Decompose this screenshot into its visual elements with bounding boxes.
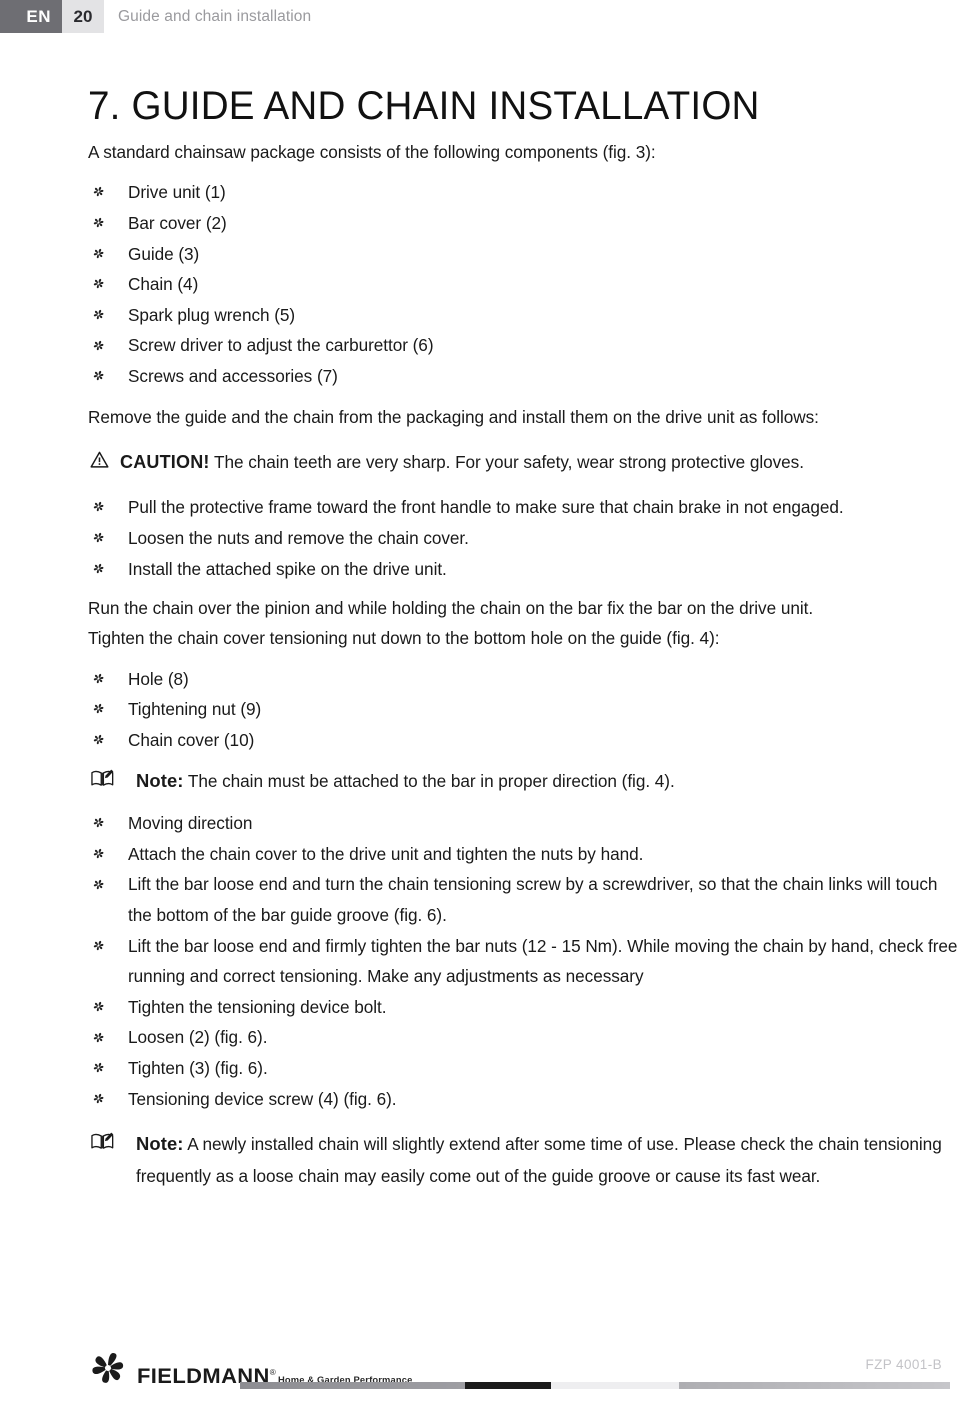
pinwheel-flower-bullet-icon — [92, 277, 105, 290]
page-title: 7. GUIDE AND CHAIN INSTALLATION — [88, 84, 760, 128]
list-item-label: Tighten the tensioning device bolt. — [128, 996, 387, 1017]
pinwheel-flower-bullet-icon — [92, 369, 105, 382]
page-footer: FIELDMANN® Home & Garden Performance FZP… — [0, 1320, 960, 1406]
list-item-label: Spark plug wrench (5) — [128, 304, 296, 325]
pinwheel-flower-bullet-icon — [92, 733, 105, 746]
footer-decorative-bar — [240, 1382, 950, 1389]
pinwheel-flower-bullet-icon — [92, 816, 105, 829]
pinwheel-flower-bullet-icon — [92, 247, 105, 260]
list-item: Attach the chain cover to the drive unit… — [88, 839, 960, 870]
list-item-label: Guide (3) — [128, 243, 200, 264]
list-item-label: Hole (8) — [128, 668, 189, 689]
remove-paragraph: Remove the guide and the chain from the … — [88, 406, 819, 427]
note-block-two: Note: A newly installed chain will sligh… — [88, 1128, 960, 1191]
tighten-nut-paragraph: Tighten the chain cover tensioning nut d… — [88, 627, 720, 648]
list-item: Tensioning device screw (4) (fig. 6). — [88, 1084, 960, 1115]
list-item: Chain cover (10) — [88, 725, 960, 756]
list-item-label: Loosen (2) (fig. 6). — [128, 1027, 268, 1048]
list-item-label: Lift the bar loose end and turn the chai… — [128, 874, 938, 926]
note-label: Note: — [136, 770, 184, 792]
header-section-title: Guide and chain installation — [104, 0, 960, 33]
bar-segment-1 — [240, 1382, 465, 1389]
model-code: FZP 4001-B — [865, 1357, 942, 1372]
list-item-label: Loosen the nuts and remove the chain cov… — [128, 527, 469, 548]
registered-trademark-icon: ® — [269, 1367, 277, 1377]
list-item: Lift the bar loose end and firmly tighte… — [88, 931, 960, 992]
list-item-label: Screw driver to adjust the carburettor (… — [128, 335, 434, 356]
pinwheel-flower-bullet-icon — [92, 939, 105, 952]
note-text: A newly installed chain will slightly ex… — [136, 1134, 942, 1187]
bar-segment-3 — [551, 1382, 679, 1389]
second-steps-list: Moving direction Attach the chain cover … — [88, 808, 960, 1114]
list-item-label: Lift the bar loose end and firmly tighte… — [128, 935, 958, 987]
pinwheel-flower-bullet-icon — [92, 1092, 105, 1105]
list-item: Screws and accessories (7) — [88, 361, 960, 392]
pinwheel-flower-bullet-icon — [92, 216, 105, 229]
header-page-number: 20 — [62, 0, 104, 33]
bar-segment-4 — [679, 1382, 950, 1389]
document-content: 7. GUIDE AND CHAIN INSTALLATION A standa… — [88, 84, 960, 1192]
list-item-label: Chain (4) — [128, 274, 199, 295]
page-header: EN 20 Guide and chain installation — [0, 0, 960, 33]
pinwheel-flower-bullet-icon — [92, 1000, 105, 1013]
components-list: Drive unit (1) Bar cover (2) Guide (3) C… — [88, 177, 960, 391]
pinwheel-flower-bullet-icon — [92, 672, 105, 685]
list-item-label: Drive unit (1) — [128, 182, 226, 203]
pinwheel-flower-bullet-icon — [92, 1031, 105, 1044]
list-item-label: Moving direction — [128, 813, 253, 834]
caution-text: The chain teeth are very sharp. For your… — [214, 452, 804, 473]
list-item: Tighten the tensioning device bolt. — [88, 992, 960, 1023]
list-item-label: Screws and accessories (7) — [128, 366, 338, 387]
list-item: Screw driver to adjust the carburettor (… — [88, 330, 960, 361]
pinwheel-flower-bullet-icon — [92, 702, 105, 715]
note-block-one: Note: The chain must be attached to the … — [88, 765, 960, 798]
list-item-label: Tensioning device screw (4) (fig. 6). — [128, 1088, 397, 1109]
note-label: Note: — [136, 1133, 184, 1155]
pinwheel-flower-bullet-icon — [92, 500, 105, 513]
pinwheel-flower-bullet-icon — [92, 878, 105, 891]
caution-label: CAUTION! — [120, 452, 210, 473]
warning-triangle-icon — [90, 451, 109, 468]
list-item: Bar cover (2) — [88, 208, 960, 239]
caution-block: CAUTION! The chain teeth are very sharp.… — [88, 446, 960, 478]
list-item: Tighten (3) (fig. 6). — [88, 1053, 960, 1084]
list-item: Hole (8) — [88, 664, 960, 695]
fieldmann-pinwheel-logo-icon — [86, 1346, 130, 1390]
list-item: Loosen the nuts and remove the chain cov… — [88, 523, 960, 554]
list-item: Drive unit (1) — [88, 177, 960, 208]
header-language-badge: EN — [0, 0, 62, 33]
pinwheel-flower-bullet-icon — [92, 847, 105, 860]
list-item: Install the attached spike on the drive … — [88, 554, 960, 585]
pinwheel-flower-bullet-icon — [92, 339, 105, 352]
list-item-label: Attach the chain cover to the drive unit… — [128, 843, 644, 864]
run-chain-paragraph: Run the chain over the pinion and while … — [88, 598, 814, 619]
list-item: Pull the protective frame toward the fro… — [88, 492, 960, 523]
bar-segment-2 — [465, 1382, 551, 1389]
pinwheel-flower-bullet-icon — [92, 1061, 105, 1074]
parts-list: Hole (8) Tightening nut (9) Chain cover … — [88, 664, 960, 756]
list-item-label: Tightening nut (9) — [128, 699, 262, 720]
list-item: Spark plug wrench (5) — [88, 300, 960, 331]
list-item: Guide (3) — [88, 239, 960, 270]
pinwheel-flower-bullet-icon — [92, 562, 105, 575]
intro-paragraph: A standard chainsaw package consists of … — [88, 141, 656, 162]
list-item-label: Chain cover (10) — [128, 729, 255, 750]
pinwheel-flower-bullet-icon — [92, 308, 105, 321]
open-book-icon — [90, 768, 115, 789]
pinwheel-flower-bullet-icon — [92, 531, 105, 544]
list-item-label: Pull the protective frame toward the fro… — [128, 497, 844, 518]
list-item-label: Tighten (3) (fig. 6). — [128, 1058, 268, 1079]
note-text: The chain must be attached to the bar in… — [187, 771, 675, 792]
pinwheel-flower-bullet-icon — [92, 185, 105, 198]
list-item: Tightening nut (9) — [88, 694, 960, 725]
list-item: Loosen (2) (fig. 6). — [88, 1022, 960, 1053]
list-item-label: Install the attached spike on the drive … — [128, 558, 447, 579]
list-item: Moving direction — [88, 808, 960, 839]
first-steps-list: Pull the protective frame toward the fro… — [88, 492, 960, 584]
open-book-icon — [90, 1131, 115, 1152]
list-item-label: Bar cover (2) — [128, 213, 227, 234]
list-item: Lift the bar loose end and turn the chai… — [88, 869, 960, 930]
list-item: Chain (4) — [88, 269, 960, 300]
